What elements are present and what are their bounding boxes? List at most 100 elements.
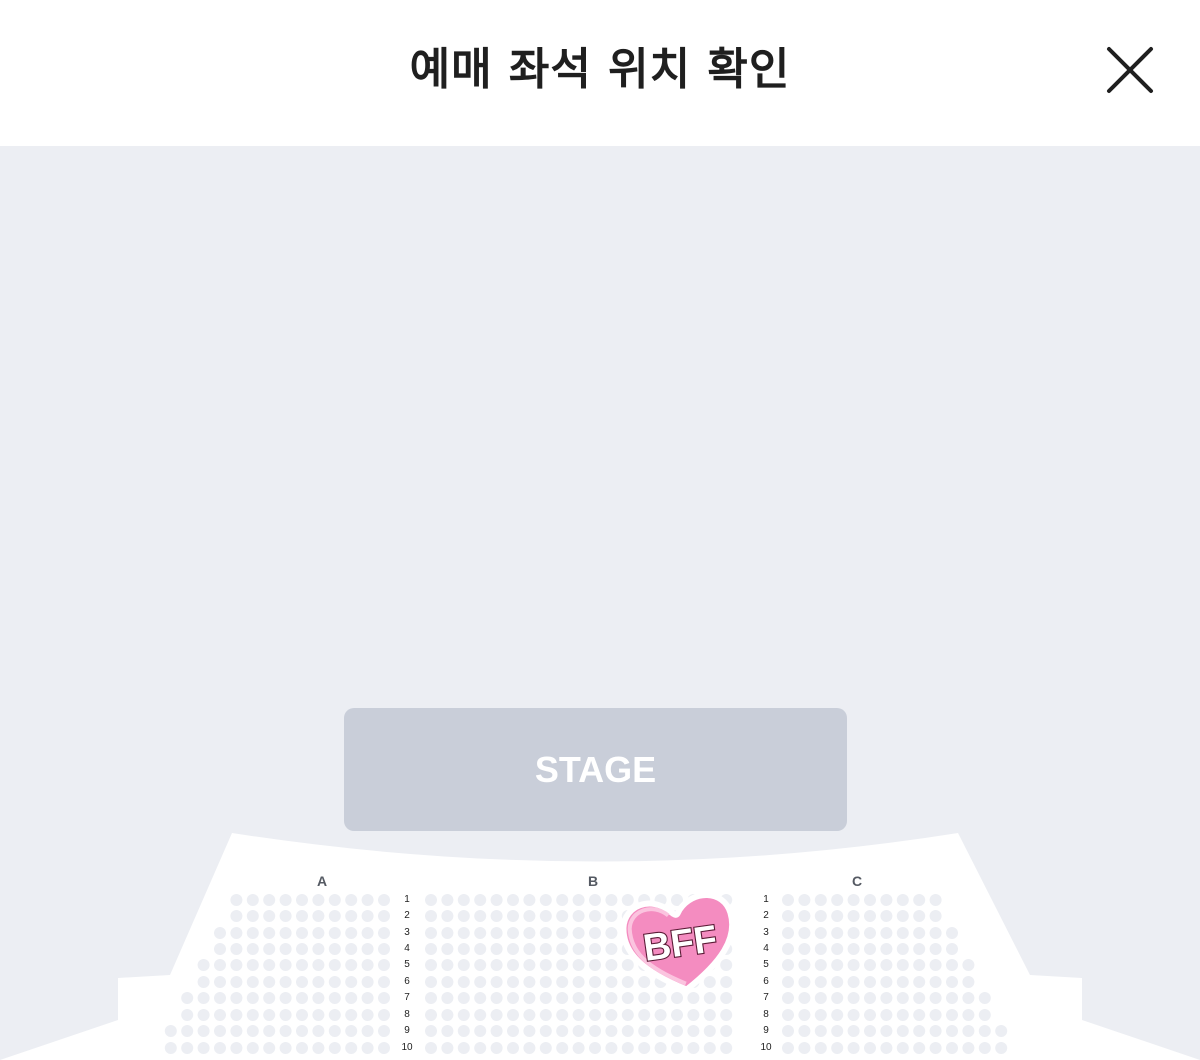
seat[interactable] [913,943,926,955]
seat[interactable] [441,1025,454,1037]
seat[interactable] [798,992,811,1004]
seat[interactable] [929,910,942,922]
seat[interactable] [214,959,226,971]
seat[interactable] [345,992,358,1004]
seat[interactable] [197,959,210,971]
seat[interactable] [474,927,487,939]
seat[interactable] [929,1042,942,1054]
seat[interactable] [782,1042,794,1054]
seat[interactable] [978,1042,991,1054]
seat[interactable] [962,992,975,1004]
seat[interactable] [474,943,487,955]
seat[interactable] [798,927,811,939]
seat[interactable] [556,992,569,1004]
seat[interactable] [361,1025,374,1037]
seat[interactable] [589,943,601,955]
seat[interactable] [831,1025,844,1037]
seat[interactable] [345,1042,358,1054]
seat[interactable] [296,910,308,922]
seat[interactable] [328,1025,341,1037]
seat[interactable] [425,1025,437,1037]
seat[interactable] [814,992,827,1004]
seat[interactable] [556,1042,569,1054]
seat[interactable] [978,1025,991,1037]
seat[interactable] [441,1009,454,1021]
seat[interactable] [378,894,390,906]
seat[interactable] [896,1009,909,1021]
seat[interactable] [457,894,470,906]
seat[interactable] [345,894,358,906]
seat[interactable] [490,1042,503,1054]
seat[interactable] [296,959,308,971]
seat[interactable] [605,1009,618,1021]
seat[interactable] [296,943,308,955]
seat[interactable] [995,1042,1008,1054]
seat[interactable] [913,1009,926,1021]
seat[interactable] [214,976,226,988]
seat[interactable] [197,1042,210,1054]
seat[interactable] [361,992,374,1004]
seat[interactable] [831,1042,844,1054]
seat[interactable] [847,910,860,922]
seat[interactable] [296,1042,308,1054]
seat[interactable] [782,1025,794,1037]
seat[interactable] [230,927,243,939]
seat[interactable] [913,910,926,922]
seat[interactable] [703,1042,716,1054]
seat[interactable] [782,910,794,922]
seat[interactable] [328,910,341,922]
seat[interactable] [214,927,226,939]
seat[interactable] [831,959,844,971]
seat[interactable] [995,1025,1008,1037]
seat[interactable] [556,927,569,939]
seat[interactable] [864,927,876,939]
seat[interactable] [556,894,569,906]
seat[interactable] [263,976,276,988]
seat[interactable] [457,1025,470,1037]
seat[interactable] [263,943,276,955]
seat[interactable] [507,1025,519,1037]
seat[interactable] [361,927,374,939]
seat[interactable] [798,1009,811,1021]
seat[interactable] [361,894,374,906]
seat[interactable] [378,927,390,939]
seat[interactable] [328,894,341,906]
seat[interactable] [263,894,276,906]
seat[interactable] [605,1042,618,1054]
seat[interactable] [246,1042,259,1054]
seat[interactable] [798,976,811,988]
seat[interactable] [572,943,585,955]
seat[interactable] [474,1025,487,1037]
seat[interactable] [946,943,958,955]
seat[interactable] [197,992,210,1004]
seat[interactable] [782,943,794,955]
seat[interactable] [312,1042,325,1054]
seat[interactable] [246,943,259,955]
seat[interactable] [361,1042,374,1054]
seat[interactable] [279,976,292,988]
seat[interactable] [621,1009,634,1021]
seat[interactable] [214,1025,226,1037]
seat[interactable] [880,943,893,955]
seat[interactable] [814,1025,827,1037]
seat[interactable] [197,1009,210,1021]
seat[interactable] [425,927,437,939]
seat[interactable] [605,1025,618,1037]
seat[interactable] [962,959,975,971]
seat[interactable] [831,943,844,955]
seat[interactable] [441,943,454,955]
seat[interactable] [345,1009,358,1021]
seat[interactable] [263,1042,276,1054]
seat[interactable] [720,1025,733,1037]
seat[interactable] [929,894,942,906]
seat[interactable] [230,992,243,1004]
seat[interactable] [214,943,226,955]
seat[interactable] [328,1042,341,1054]
seat[interactable] [880,927,893,939]
seat[interactable] [230,943,243,955]
seat[interactable] [814,894,827,906]
seat[interactable] [490,959,503,971]
seat[interactable] [197,1025,210,1037]
seat[interactable] [490,943,503,955]
seat[interactable] [556,943,569,955]
